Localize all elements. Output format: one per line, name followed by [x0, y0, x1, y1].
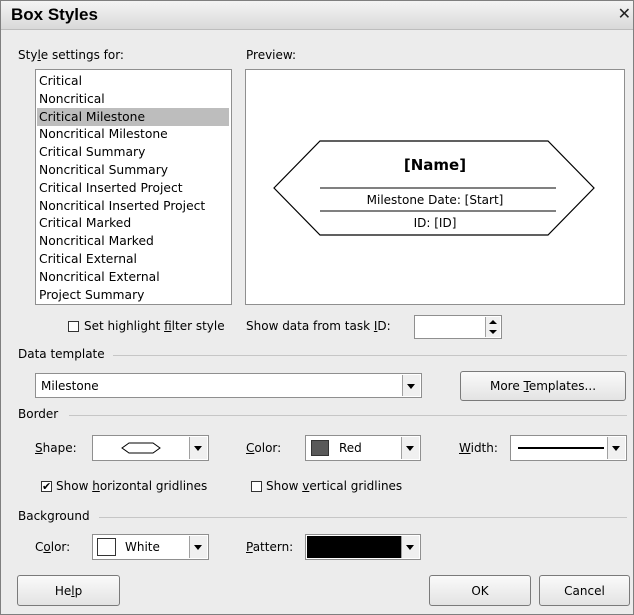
style-list-item[interactable]: Critical Inserted Project — [39, 179, 183, 197]
border-color-swatch — [311, 440, 329, 456]
border-width-select[interactable] — [510, 435, 627, 461]
task-id-spin-buttons[interactable] — [485, 317, 500, 337]
style-list-item[interactable]: Noncritical Summary — [39, 161, 168, 179]
data-template-section-label: Data template — [18, 347, 105, 361]
dialog-title: Box Styles — [11, 5, 98, 24]
style-list-item[interactable]: Noncritical — [39, 90, 105, 108]
help-button[interactable]: Help — [17, 575, 120, 606]
spin-up-icon[interactable] — [489, 320, 497, 324]
border-separator — [69, 415, 627, 416]
hexagon-icon — [121, 442, 161, 454]
preview-label: Preview: — [246, 48, 297, 62]
style-list-item[interactable]: Noncritical External — [39, 268, 160, 286]
preview-pane: [Name] Milestone Date: [Start] ID: [ID] — [245, 69, 625, 305]
chevron-down-icon[interactable] — [189, 536, 207, 558]
background-color-select[interactable]: White — [92, 534, 209, 560]
style-list-item[interactable]: Critical Milestone — [37, 107, 229, 126]
pattern-swatch — [307, 536, 403, 558]
pattern-select[interactable] — [305, 534, 421, 560]
style-list-item[interactable]: Critical Marked — [39, 214, 131, 232]
chevron-down-icon[interactable] — [402, 375, 420, 396]
data-template-select[interactable]: Milestone — [35, 373, 422, 398]
border-color-label: Color: — [246, 441, 282, 455]
background-separator — [99, 517, 627, 518]
preview-milestone-date: Milestone Date: [Start] — [366, 193, 504, 207]
background-color-label: Color: — [35, 540, 71, 554]
border-color-select[interactable]: Red — [305, 435, 421, 461]
data-template-separator — [113, 355, 627, 356]
chevron-down-icon[interactable] — [607, 437, 625, 459]
chevron-down-icon[interactable] — [401, 437, 419, 459]
style-list-item[interactable]: Noncritical Inserted Project — [39, 197, 205, 215]
checkmark-icon: ✔ — [42, 480, 52, 493]
width-label: Width: — [459, 441, 498, 455]
preview-name-field: [Name] — [403, 156, 467, 174]
ok-button[interactable]: OK — [429, 575, 531, 606]
style-list-item[interactable]: Noncritical Milestone — [39, 125, 168, 143]
style-list[interactable]: Critical Noncritical Critical Milestone Non… — [35, 69, 232, 305]
chevron-down-icon[interactable] — [401, 536, 419, 558]
spin-down-icon[interactable] — [489, 330, 497, 334]
close-icon[interactable]: ✕ — [613, 4, 631, 24]
task-id-spinner[interactable] — [414, 315, 502, 339]
chevron-down-icon[interactable] — [189, 437, 207, 459]
vertical-gridlines-label: Show vertical gridlines — [266, 479, 403, 493]
box-styles-dialog: Box Styles ✕ Style settings for: Critica… — [0, 0, 634, 615]
show-data-label: Show data from task ID: — [246, 319, 391, 333]
border-color-value: Red — [339, 441, 362, 455]
style-settings-label: Style settings for: — [18, 48, 124, 62]
cancel-button[interactable]: Cancel — [539, 575, 630, 606]
shape-select[interactable] — [92, 435, 209, 461]
border-section-label: Border — [18, 407, 59, 421]
style-list-item[interactable]: Noncritical Marked — [39, 232, 154, 250]
highlight-filter-label: Set highlight filter style — [84, 319, 225, 333]
style-list-item[interactable]: Critical Summary — [39, 143, 145, 161]
data-template-value: Milestone — [41, 379, 99, 393]
horizontal-gridlines-checkbox[interactable]: ✔ — [41, 481, 52, 492]
pattern-label: Pattern: — [246, 540, 294, 554]
style-list-item[interactable]: Critical — [39, 72, 82, 90]
title-bar: Box Styles ✕ — [1, 1, 633, 30]
style-list-item[interactable]: Critical External — [39, 250, 137, 268]
horizontal-gridlines-label: Show horizontal gridlines — [56, 479, 208, 493]
highlight-filter-checkbox[interactable] — [68, 321, 79, 332]
preview-id: ID: [ID] — [413, 216, 457, 230]
more-templates-button[interactable]: More Templates... — [460, 371, 626, 401]
background-section-label: Background — [18, 509, 90, 523]
style-list-item[interactable]: Project Summary — [39, 286, 144, 304]
vertical-gridlines-checkbox[interactable] — [251, 481, 262, 492]
background-color-value: White — [125, 540, 160, 554]
shape-label: Shape: — [35, 441, 77, 455]
line-width-sample-icon — [518, 447, 604, 449]
background-color-swatch — [97, 538, 116, 556]
